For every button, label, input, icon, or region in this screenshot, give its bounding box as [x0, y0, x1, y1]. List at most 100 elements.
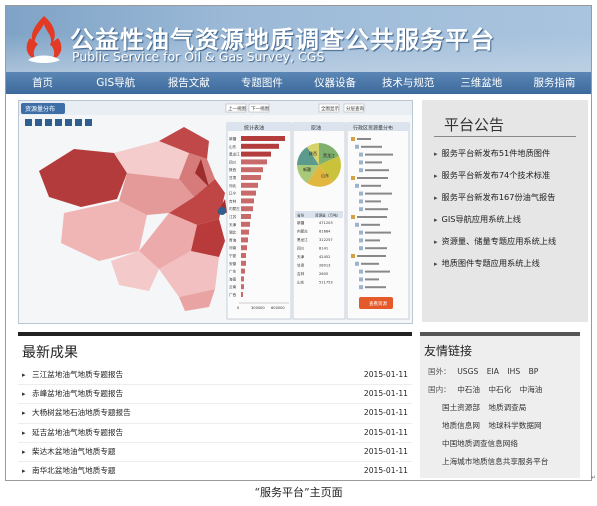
nav-item-reports[interactable]: 报告文献: [152, 72, 225, 94]
nav-item-maps[interactable]: 专题图件: [225, 72, 298, 94]
link-ihs[interactable]: IHS: [507, 367, 520, 376]
latest-title: 最新成果: [22, 345, 78, 361]
province-bar[interactable]: [241, 237, 248, 243]
list-item[interactable]: 延吉盆地油气地质专题报告 2015-01-11: [18, 424, 412, 443]
notice-item[interactable]: 资源量、储量专题应用系统上线: [434, 230, 557, 252]
province-bar[interactable]: [241, 136, 285, 141]
link-geodata[interactable]: 地球科学数据网: [488, 421, 541, 430]
list-item[interactable]: 三江盆地油气地质专题报告 2015-01-11: [18, 366, 412, 386]
notice-item[interactable]: GIS导航应用系统上线: [434, 208, 556, 230]
province-bar[interactable]: [241, 198, 254, 204]
province-bar[interactable]: [241, 190, 256, 196]
tool-icon[interactable]: [55, 119, 62, 126]
links-row: 中国地质调查信息网络: [420, 435, 580, 453]
tree-node-text: [357, 177, 388, 179]
gis-screenshot[interactable]: 资源量分布 上一视图 下一视图 全图显示 分层查询 统计表油 新疆 山东 黑龙江…: [18, 100, 413, 324]
tool-icon[interactable]: [45, 119, 52, 126]
tree-node-icon[interactable]: [351, 254, 355, 258]
list-item[interactable]: 赤峰盆地油气地质专题报告 2015-01-11: [18, 385, 412, 405]
tool-icon[interactable]: [25, 119, 32, 126]
tree-node-icon[interactable]: [351, 215, 355, 219]
province-bar[interactable]: [241, 292, 243, 297]
nav-item-gis[interactable]: GIS导航: [79, 72, 152, 94]
full-view-label: 全图显示: [321, 105, 339, 112]
tree-node-icon[interactable]: [359, 160, 363, 165]
links-row: 国土资源部 地质调查局: [420, 399, 580, 417]
tree-node-icon[interactable]: [359, 199, 363, 204]
province-bar-panel: 统计表油 新疆山东黑龙江四川陕西甘肃河北辽宁吉林内蒙古江苏天津湖北青海河南宁夏安…: [226, 122, 292, 320]
table-cell: 312257: [319, 238, 333, 242]
tool-icon[interactable]: [75, 119, 82, 126]
tool-icon[interactable]: [35, 119, 42, 126]
link-eia[interactable]: EIA: [487, 367, 499, 376]
notice-item[interactable]: 服务平台新发布167份油气报告: [434, 186, 556, 208]
notice-item[interactable]: 服务平台新发布74个技术标准: [434, 164, 556, 186]
link-bp[interactable]: BP: [529, 367, 539, 376]
tree-node-icon[interactable]: [355, 144, 359, 149]
notice-item[interactable]: 地质图件专题应用系统上线: [434, 252, 556, 274]
link-sinopec[interactable]: 中石化: [488, 385, 511, 394]
tree-node-icon[interactable]: [359, 238, 363, 243]
province-bar[interactable]: [241, 284, 244, 290]
link-cnpc[interactable]: 中石油: [457, 385, 480, 394]
flame-logo-icon: [26, 16, 62, 63]
tree-node-text: [365, 270, 390, 273]
tree-node-icon[interactable]: [359, 191, 363, 196]
nav-item-guide[interactable]: 服务指南: [518, 72, 591, 94]
province-bar[interactable]: [241, 182, 258, 188]
nav-item-3d-basin[interactable]: 三维盆地: [445, 72, 518, 94]
province-label: 宁夏: [229, 253, 237, 258]
tree-node-icon[interactable]: [359, 207, 363, 212]
section-divider: [420, 332, 580, 336]
notice-divider: [434, 136, 576, 137]
province-bar[interactable]: [241, 151, 271, 157]
tree-node-icon[interactable]: [359, 269, 363, 274]
list-item-date: 2015-01-11: [363, 446, 408, 456]
tree-node-icon[interactable]: [359, 152, 363, 157]
province-bar[interactable]: [241, 229, 249, 235]
province-bar[interactable]: [241, 276, 244, 282]
tree-node-icon[interactable]: [351, 137, 355, 141]
province-label: 内蒙古: [229, 206, 240, 211]
link-geoinfo[interactable]: 地质信息网: [442, 421, 480, 430]
tree-node-icon[interactable]: [351, 176, 355, 180]
tool-icon[interactable]: [65, 119, 72, 126]
tree-node-text: [365, 231, 391, 234]
tool-icon[interactable]: [85, 119, 92, 126]
province-bar[interactable]: [241, 245, 247, 251]
province-bar[interactable]: [241, 175, 261, 180]
nav-item-home[interactable]: 首页: [6, 72, 79, 94]
table-cell: 黑龙江: [297, 237, 308, 242]
tree-node-icon[interactable]: [355, 261, 359, 266]
tree-node-icon[interactable]: [355, 183, 359, 188]
link-usgs[interactable]: USGS: [457, 367, 478, 376]
link-cgs[interactable]: 地质调查局: [488, 403, 526, 412]
province-bar[interactable]: [241, 206, 253, 212]
province-bar[interactable]: [241, 167, 263, 173]
link-cgs-network[interactable]: 中国地质调查信息网络: [442, 439, 518, 448]
tree-node-icon[interactable]: [359, 168, 363, 173]
link-shanghai-platform[interactable]: 上海城市地质信息共享服务平台: [442, 457, 548, 466]
nav-item-standards[interactable]: 技术与规范: [372, 72, 445, 94]
province-bar[interactable]: [241, 143, 279, 149]
province-bar[interactable]: [241, 268, 245, 274]
tree-node-icon[interactable]: [359, 277, 363, 282]
list-item[interactable]: 南华北盆地油气地质专题 2015-01-11: [18, 462, 412, 480]
tree-node-icon[interactable]: [355, 222, 359, 227]
tree-node-icon[interactable]: [359, 285, 363, 290]
nav-item-instruments[interactable]: 仪器设备: [299, 72, 372, 94]
tree-node-icon[interactable]: [359, 246, 363, 251]
province-bar[interactable]: [241, 260, 246, 266]
province-bar[interactable]: [241, 214, 251, 219]
tree-node-icon[interactable]: [359, 230, 363, 235]
link-cnooc[interactable]: 中海油: [520, 385, 543, 394]
list-item[interactable]: 大杨树盆地石油地质专题报告 2015-01-11: [18, 404, 412, 424]
link-mlr[interactable]: 国土资源部: [442, 403, 480, 412]
panel-toggle-icon[interactable]: [218, 207, 226, 215]
province-bar[interactable]: [241, 221, 250, 227]
province-bar[interactable]: [241, 253, 246, 258]
province-bar[interactable]: [241, 159, 267, 165]
notice-item[interactable]: 服务平台新发布51件地质图件: [434, 142, 556, 164]
list-item[interactable]: 柴达木盆地油气地质专题 2015-01-11: [18, 443, 412, 462]
province-label: 安徽: [229, 261, 237, 266]
